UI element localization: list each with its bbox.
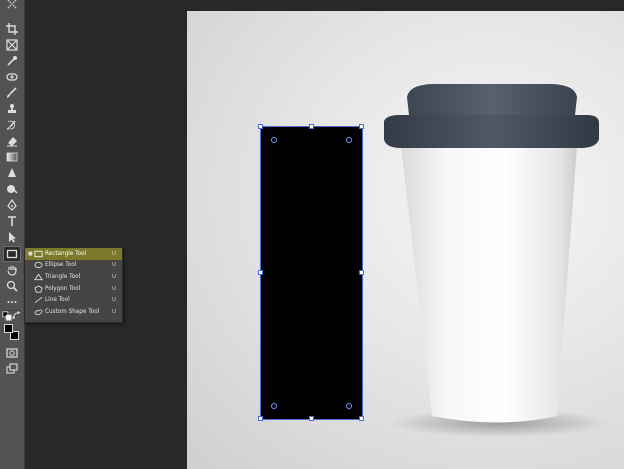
menu-item-shortcut: U: [112, 262, 117, 269]
blur-tool-icon[interactable]: [4, 166, 20, 180]
history-brush-icon[interactable]: [4, 118, 20, 132]
menu-item-label: Triangle Tool: [45, 273, 81, 280]
marquee-tool-icon[interactable]: [4, 0, 20, 9]
menu-item-shortcut: U: [112, 250, 117, 257]
brush-tool-icon[interactable]: [4, 86, 20, 100]
menu-item-label: Ellipse Tool: [45, 262, 77, 269]
eyedropper-tool-icon[interactable]: [4, 54, 20, 68]
swap-colors-icon[interactable]: [12, 311, 22, 321]
foreground-color-swatch[interactable]: [4, 324, 13, 333]
line-icon: [33, 296, 43, 304]
gradient-tool-icon[interactable]: [4, 150, 20, 164]
triangle-icon: [33, 273, 43, 281]
quick-mask-icon[interactable]: [4, 346, 20, 360]
rectangle-shape[interactable]: [260, 126, 363, 420]
screen-mode-icon[interactable]: [4, 362, 20, 376]
transform-handle-mr[interactable]: [359, 270, 364, 275]
menu-item-label: Line Tool: [45, 297, 70, 304]
menu-item-line-tool[interactable]: Line Tool U: [25, 294, 122, 306]
zoom-tool-icon[interactable]: [4, 279, 20, 293]
menu-item-polygon-tool[interactable]: Polygon Tool U: [25, 283, 122, 295]
shape-tools-flyout: ■ Rectangle Tool U Ellipse Tool U Triang…: [24, 247, 123, 323]
more-tools-icon[interactable]: [4, 295, 20, 309]
polygon-icon: [33, 284, 43, 293]
menu-item-label: Custom Shape Tool: [45, 308, 100, 315]
custom-shape-icon: [33, 308, 43, 316]
menu-item-triangle-tool[interactable]: Triangle Tool U: [25, 271, 122, 283]
default-colors-icon[interactable]: [2, 311, 12, 321]
menu-item-shortcut: U: [112, 297, 117, 304]
transform-handle-br[interactable]: [359, 416, 364, 421]
transform-handle-tr[interactable]: [359, 124, 364, 129]
corner-radius-handle-bl[interactable]: [271, 403, 277, 409]
menu-item-shortcut: U: [112, 273, 117, 280]
transform-handle-tc[interactable]: [309, 124, 314, 129]
ellipse-icon: [33, 261, 43, 269]
corner-radius-handle-tr[interactable]: [346, 137, 352, 143]
frame-tool-icon[interactable]: [4, 38, 20, 52]
corner-radius-handle-tl[interactable]: [271, 137, 277, 143]
clone-stamp-icon[interactable]: [4, 102, 20, 116]
menu-item-shortcut: U: [112, 285, 117, 292]
transform-handle-ml[interactable]: [258, 270, 263, 275]
menu-item-ellipse-tool[interactable]: Ellipse Tool U: [25, 260, 122, 272]
menu-item-rectangle-tool[interactable]: ■ Rectangle Tool U: [25, 248, 122, 260]
dodge-tool-icon[interactable]: [4, 182, 20, 196]
rectangle-icon: [33, 250, 43, 258]
hand-tool-icon[interactable]: [4, 263, 20, 277]
menu-item-custom-shape-tool[interactable]: Custom Shape Tool U: [25, 306, 122, 318]
eraser-tool-icon[interactable]: [4, 134, 20, 148]
transform-handle-bc[interactable]: [309, 416, 314, 421]
coffee-cup-image: [384, 84, 609, 437]
menu-item-shortcut: U: [112, 308, 117, 315]
document-canvas[interactable]: [187, 11, 624, 469]
menu-item-label: Rectangle Tool: [45, 250, 87, 257]
menu-item-label: Polygon Tool: [45, 285, 81, 292]
corner-radius-handle-br[interactable]: [346, 403, 352, 409]
healing-brush-icon[interactable]: [4, 70, 20, 84]
type-tool-icon[interactable]: [4, 214, 20, 228]
tools-panel: [0, 0, 25, 469]
pen-tool-icon[interactable]: [4, 198, 20, 212]
crop-tool-icon[interactable]: [4, 22, 20, 36]
path-selection-icon[interactable]: [4, 230, 20, 244]
rectangle-tool-icon[interactable]: [3, 246, 21, 262]
transform-handle-tl[interactable]: [258, 124, 263, 129]
transform-handle-bl[interactable]: [258, 416, 263, 421]
